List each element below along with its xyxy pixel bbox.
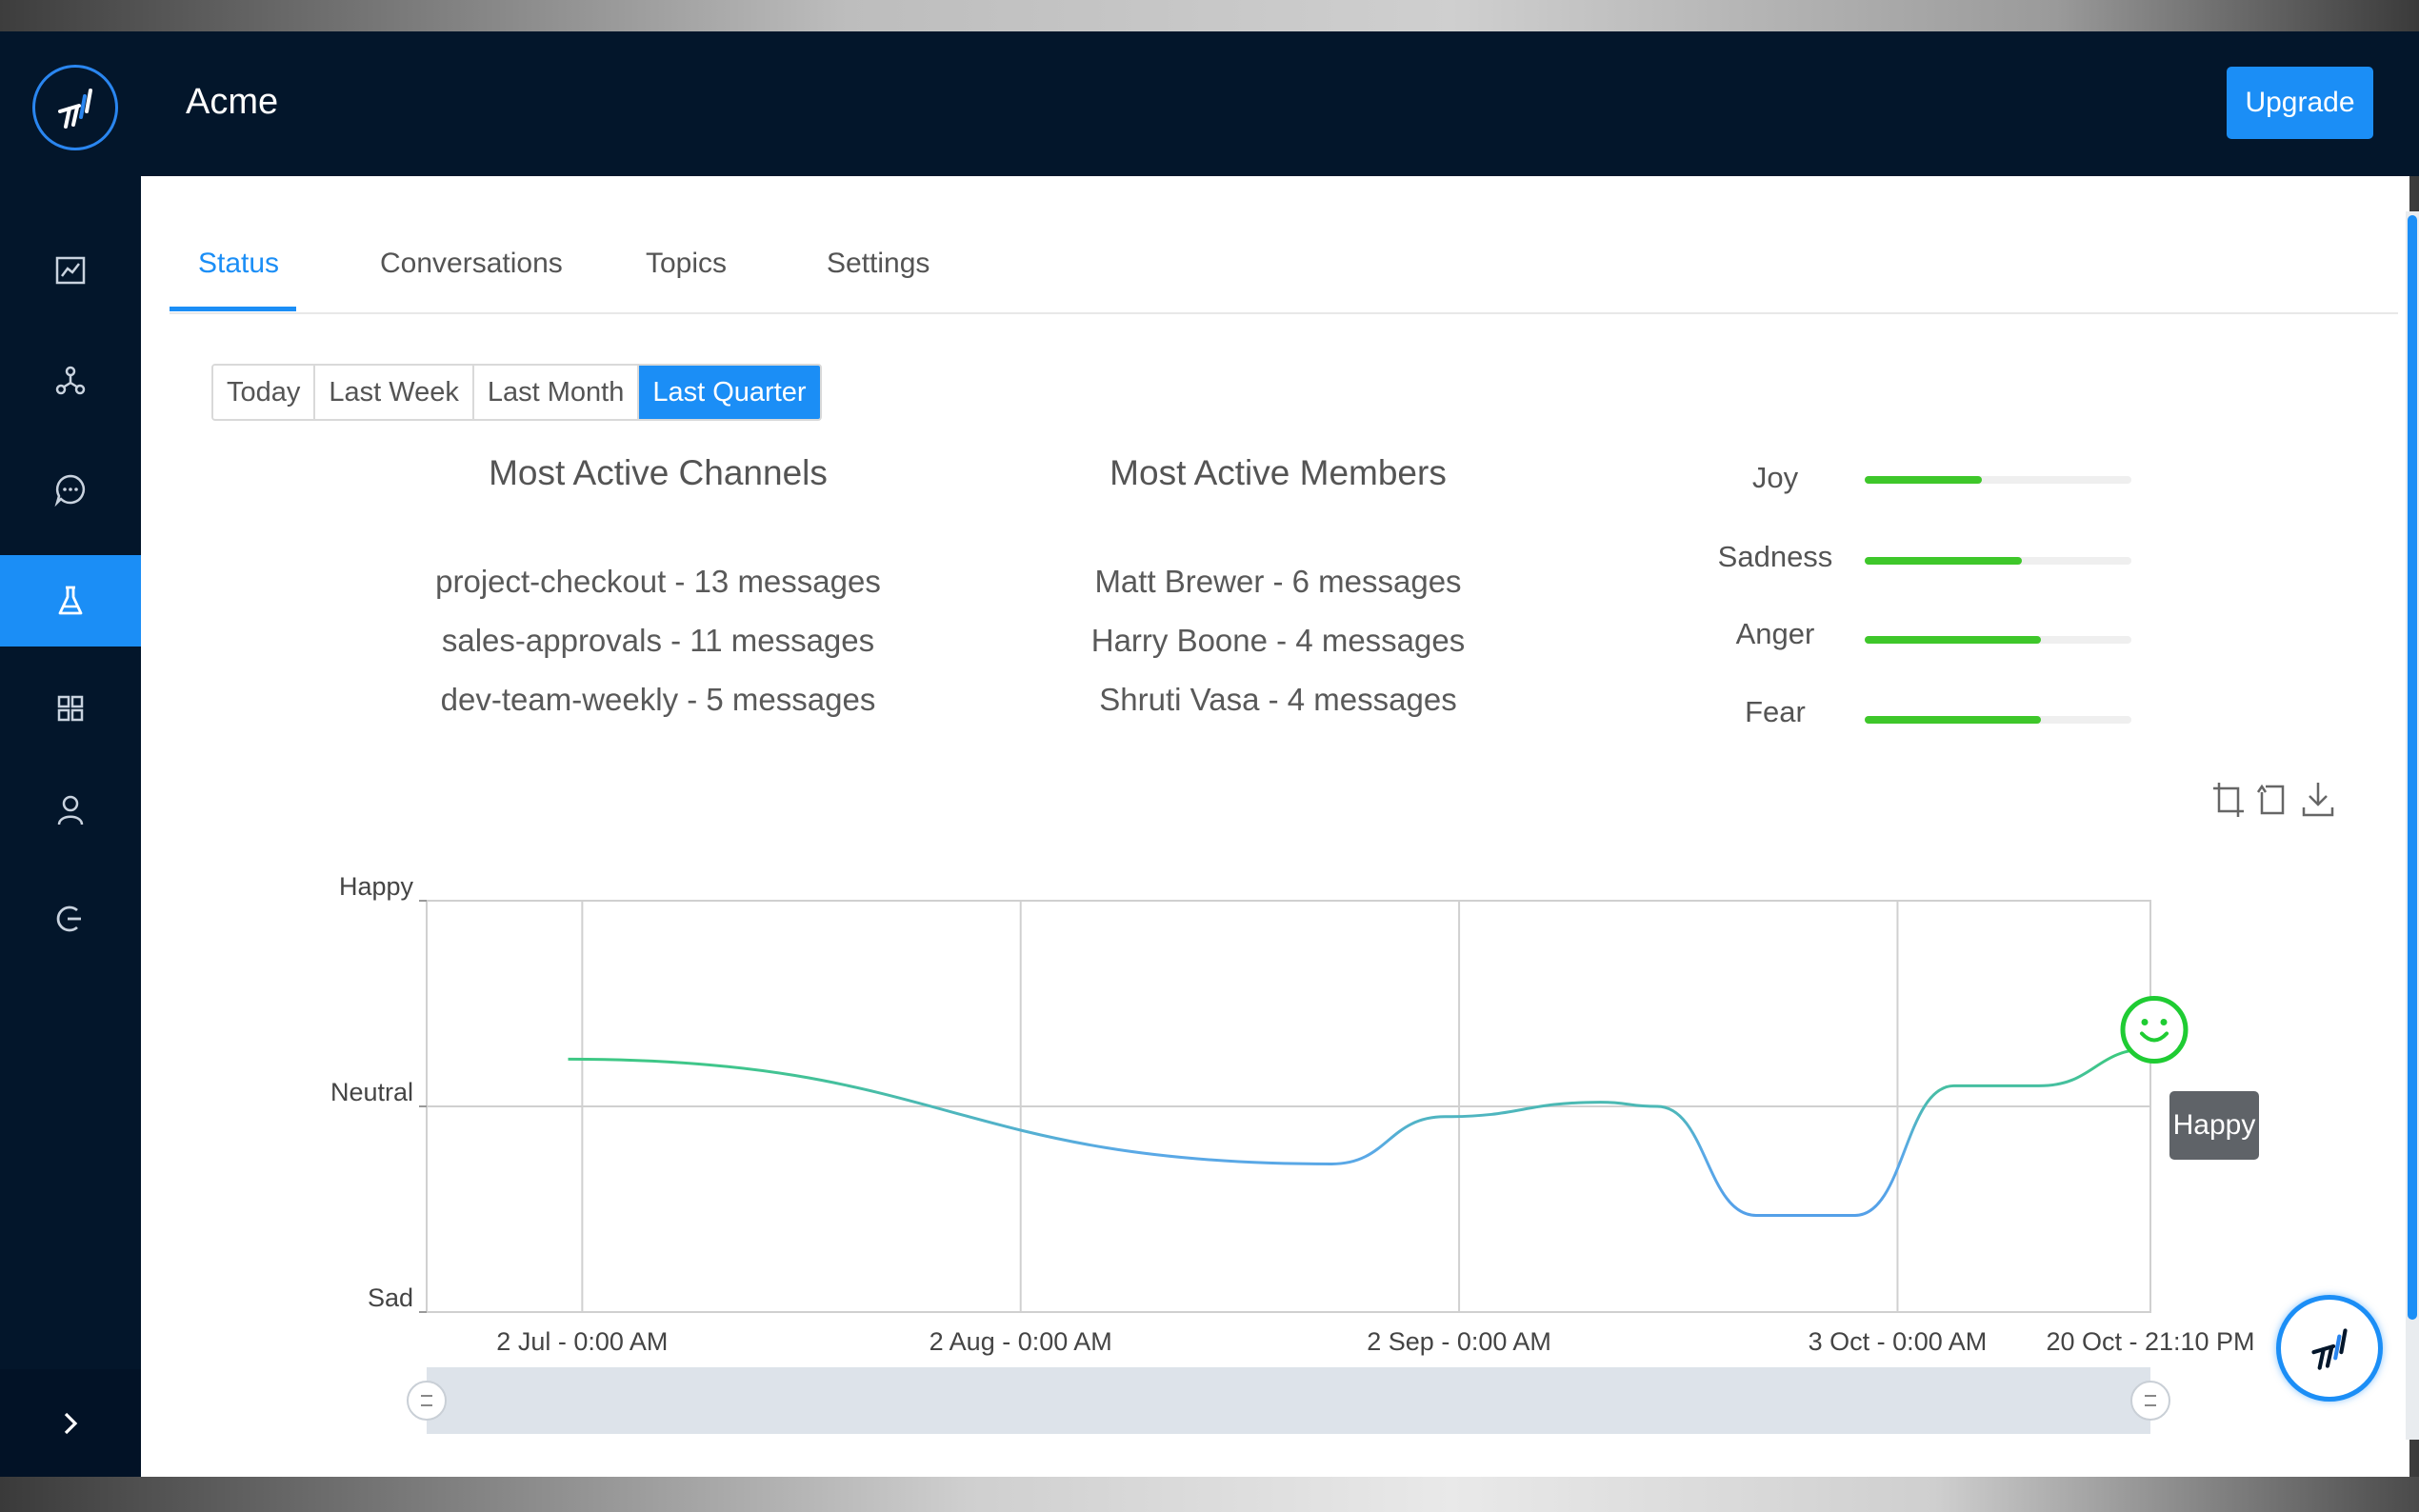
range-last-quarter-button[interactable]: Last Quarter (639, 366, 820, 419)
emotion-label: Anger (1735, 617, 1815, 650)
scrollbar-thumb[interactable] (2408, 215, 2417, 1320)
members-title: Most Active Members (1110, 453, 1447, 492)
sidebar-item-profile[interactable] (0, 765, 141, 856)
chevron-right-icon (64, 1412, 78, 1434)
tab-conversations[interactable]: Conversations (380, 248, 563, 280)
range-today-button[interactable]: Today (213, 366, 316, 419)
tab-topics[interactable]: Topics (646, 248, 727, 280)
tab-settings[interactable]: Settings (827, 248, 930, 280)
x-tick-label: 2 Jul - 0:00 AM (496, 1327, 668, 1356)
user-icon (57, 795, 84, 826)
member-item: Shruti Vasa - 4 messages (1099, 682, 1457, 717)
x-tick-label: 20 Oct - 21:10 PM (2046, 1327, 2254, 1356)
channel-item: dev-team-weekly - 5 messages (440, 682, 876, 717)
emotion-bar (1865, 716, 2131, 724)
emotion-bar-fill (1865, 716, 2041, 724)
network-icon (55, 366, 86, 395)
time-range-selector: Today Last Week Last Month Last Quarter (211, 364, 822, 421)
logo-mark-icon (58, 89, 92, 129)
top-bar (0, 31, 2419, 176)
logo-mark-icon (2311, 1328, 2348, 1370)
sidebar-item-conversations[interactable] (0, 444, 141, 535)
flask-icon (58, 586, 83, 615)
tab-status[interactable]: Status (198, 248, 279, 280)
download-icon[interactable] (2300, 779, 2336, 819)
x-tick-label: 3 Oct - 0:00 AM (1809, 1327, 1988, 1356)
sentiment-chart: Sad Neutral Happy 2 Jul - 0:00 AM 2 Aug - 0… (330, 872, 2255, 1434)
channel-item: project-checkout - 13 messages (435, 564, 881, 599)
emotion-bar-fill (1865, 476, 1983, 484)
sidebar-expand-button[interactable] (0, 1369, 141, 1477)
sidebar-item-apps[interactable] (0, 663, 141, 754)
channel-item: sales-approvals - 11 messages (441, 623, 875, 658)
y-tick-label: Happy (339, 872, 414, 901)
emotion-bar-fill (1865, 636, 2041, 644)
member-item: Matt Brewer - 6 messages (1094, 564, 1462, 599)
happy-face-icon (2120, 996, 2189, 1064)
window-bottom-edge (0, 1477, 2419, 1512)
emotion-bar (1865, 557, 2131, 565)
emotion-bar (1865, 636, 2131, 644)
line-chart-icon (55, 256, 86, 285)
x-tick-label: 2 Sep - 0:00 AM (1367, 1327, 1551, 1356)
upgrade-button[interactable]: Upgrade (2227, 67, 2373, 139)
face-eye (2160, 1019, 2168, 1026)
zoom-handle-end[interactable] (2130, 1381, 2170, 1421)
assistant-launcher-button[interactable] (2276, 1295, 2383, 1402)
app-title: Acme (186, 82, 279, 122)
brand-logo[interactable] (32, 65, 118, 150)
range-last-week-button[interactable]: Last Week (315, 366, 474, 419)
emotion-label: Fear (1745, 695, 1806, 728)
zoom-range-track (427, 1367, 2150, 1434)
face-eye (2141, 1019, 2149, 1026)
sentiment-tooltip: Happy (2169, 1091, 2259, 1160)
x-tick-label: 2 Aug - 0:00 AM (930, 1327, 1112, 1356)
reset-crop-icon[interactable] (2254, 779, 2290, 819)
sidebar-item-analytics[interactable] (0, 225, 141, 316)
emotion-label: Joy (1751, 461, 1799, 494)
sidebar-item-logout[interactable] (0, 873, 141, 965)
crop-icon[interactable] (2209, 779, 2246, 819)
sentiment-series-line (568, 1047, 2151, 1217)
grid-icon (57, 695, 84, 722)
logout-icon (56, 905, 81, 932)
chat-bubble-icon (54, 474, 86, 507)
emotion-bar-fill (1865, 557, 2023, 565)
tab-bar: Status Conversations Topics Settings (170, 225, 2398, 314)
sidebar (0, 176, 141, 1477)
sidebar-item-lab[interactable] (0, 555, 141, 647)
emotion-label: Sadness (1717, 540, 1833, 573)
active-tab-indicator (170, 307, 296, 311)
range-last-month-button[interactable]: Last Month (473, 366, 640, 419)
channels-title: Most Active Channels (489, 453, 828, 492)
emotion-bar (1865, 476, 2131, 484)
sidebar-item-network[interactable] (0, 334, 141, 426)
y-tick-label: Sad (368, 1283, 413, 1312)
zoom-handle-start[interactable] (407, 1381, 447, 1421)
y-tick-label: Neutral (330, 1078, 413, 1106)
member-item: Harry Boone - 4 messages (1090, 623, 1466, 658)
